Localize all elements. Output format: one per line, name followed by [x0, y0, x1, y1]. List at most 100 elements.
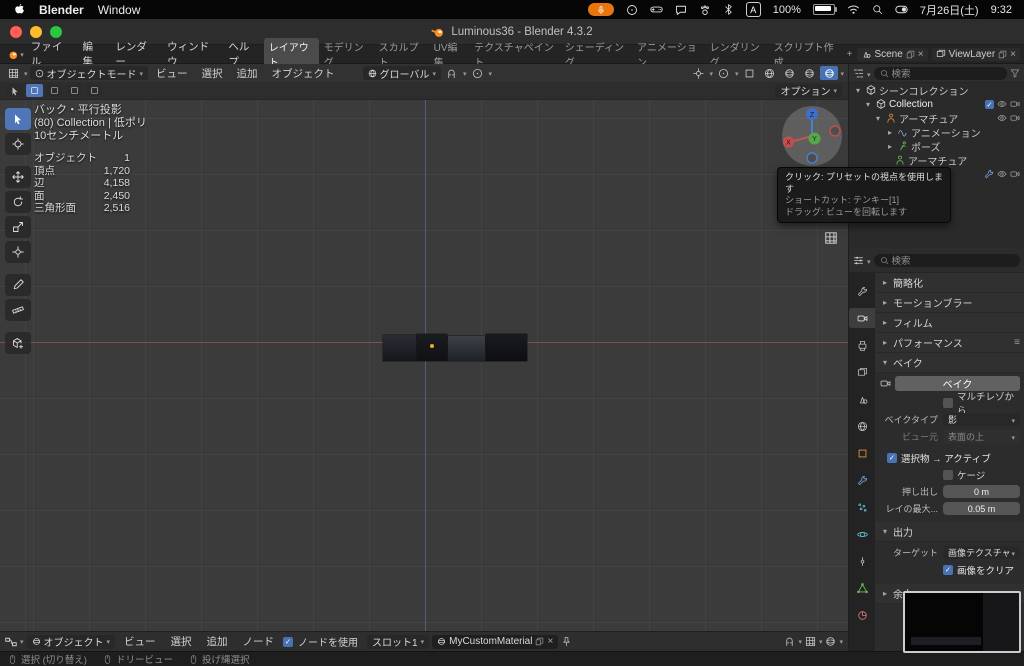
tool-select-box[interactable] — [5, 108, 31, 130]
gizmo-z-axis[interactable]: Z — [810, 110, 815, 119]
bake-from-multires-checkbox[interactable] — [943, 397, 953, 408]
shader-menu-view[interactable]: ビュー — [118, 634, 162, 649]
tool-scale[interactable] — [5, 216, 31, 238]
properties-tab-data[interactable] — [849, 578, 875, 598]
properties-tab-viewlayer[interactable] — [849, 362, 875, 382]
stats-menu-icon[interactable] — [626, 4, 638, 16]
proportional-dropdown-icon[interactable] — [488, 68, 492, 79]
options-dropdown[interactable]: オプション — [775, 83, 842, 98]
shading-solid-icon[interactable] — [780, 66, 798, 80]
eye-icon[interactable] — [997, 99, 1007, 109]
panel-performance[interactable]: パフォーマンス — [875, 333, 1024, 353]
viewport-menu-select[interactable]: 選択 — [196, 66, 229, 81]
apple-menu[interactable] — [12, 3, 25, 16]
filter-funnel-icon[interactable] — [1010, 68, 1020, 78]
navigation-gizmo[interactable]: Z X Y — [780, 104, 844, 168]
performance-presets-icon[interactable] — [1014, 337, 1020, 348]
tool-transform[interactable] — [5, 241, 31, 263]
xray-toggle-icon[interactable] — [740, 66, 758, 80]
bluetooth-icon[interactable] — [723, 4, 734, 15]
eye-icon[interactable] — [997, 169, 1007, 179]
viewport-menu-add[interactable]: 追加 — [231, 66, 264, 81]
extrusion-field[interactable]: 0 m — [943, 485, 1020, 498]
chat-icon[interactable] — [675, 4, 687, 16]
outliner-row-collection[interactable]: Collection — [849, 97, 1024, 111]
proportional-edit-icon[interactable] — [468, 66, 486, 80]
select-mode-new-button[interactable] — [26, 84, 43, 97]
show-gizmo-icon[interactable] — [689, 66, 707, 80]
max-ray-distance-field[interactable]: 0.05 m — [943, 502, 1020, 515]
viewport-canvas[interactable]: バック・平行投影 (80) Collection | 低ポリ 10センチメートル… — [0, 100, 848, 631]
perspective-grid-icon[interactable] — [824, 231, 838, 245]
copy-material-icon[interactable] — [535, 637, 544, 646]
overlays-icon[interactable] — [715, 66, 733, 80]
tool-measure[interactable] — [5, 299, 31, 321]
gizmo-x-axis[interactable]: X — [786, 140, 791, 147]
snapping-dropdown-icon[interactable] — [798, 636, 802, 647]
bake-type-dropdown[interactable]: 影 — [943, 413, 1020, 426]
preview-dropdown-icon[interactable] — [839, 636, 843, 647]
camera-icon[interactable] — [1010, 99, 1020, 109]
properties-tab-material[interactable] — [849, 605, 875, 625]
unlink-material-icon[interactable] — [547, 636, 553, 647]
panel-motion-blur[interactable]: モーションブラー — [875, 293, 1024, 313]
outliner-row-armature-data[interactable]: アーマチュア — [849, 153, 1024, 168]
select-mode-subtract-button[interactable] — [66, 84, 83, 97]
gizmo-minus-x[interactable] — [829, 125, 841, 137]
outliner-row-armature[interactable]: アーマチュア — [849, 111, 1024, 126]
floating-preview-window[interactable] — [903, 591, 1021, 653]
outliner-row-scene-collection[interactable]: シーンコレクション — [849, 83, 1024, 98]
snap-dropdown-icon[interactable] — [463, 68, 467, 79]
shader-menu-add[interactable]: 追加 — [201, 634, 234, 649]
snap-magnet-icon[interactable] — [443, 66, 461, 80]
lowpoly-object[interactable] — [383, 334, 527, 361]
shader-menu-select[interactable]: 選択 — [165, 634, 198, 649]
properties-tab-output[interactable] — [849, 335, 875, 355]
shader-type-dropdown[interactable]: オブジェクト — [26, 634, 116, 649]
shading-dropdown-icon[interactable] — [840, 68, 844, 79]
properties-tab-particles[interactable] — [849, 497, 875, 517]
menu-window[interactable]: Window — [98, 3, 141, 17]
overlay-dropdown-icon[interactable] — [819, 636, 823, 647]
properties-editor-icon[interactable] — [853, 255, 864, 266]
properties-tab-object[interactable] — [849, 443, 875, 463]
menubar-date[interactable]: 7月26日(土) — [920, 2, 979, 18]
screen-recording-indicator[interactable] — [587, 3, 614, 16]
camera-icon[interactable] — [1010, 169, 1020, 179]
input-source-icon[interactable]: A — [745, 2, 761, 17]
properties-tab-physics[interactable] — [849, 524, 875, 544]
game-controller-icon[interactable] — [650, 3, 663, 16]
transform-orientation-dropdown[interactable]: グローバル — [362, 66, 441, 81]
selected-to-active-checkbox[interactable] — [887, 452, 897, 463]
properties-tab-world[interactable] — [849, 416, 875, 436]
shader-menu-node[interactable]: ノード — [237, 634, 281, 649]
properties-tab-modifiers[interactable] — [849, 470, 875, 490]
properties-tab-tool[interactable] — [849, 281, 875, 301]
select-mode-intersect-button[interactable] — [86, 84, 103, 97]
add-workspace-button[interactable]: + — [842, 48, 858, 61]
panel-film[interactable]: フィルム — [875, 313, 1024, 333]
outliner-search-input[interactable]: 検索 — [873, 66, 1007, 80]
collection-checkbox[interactable] — [985, 99, 994, 109]
bake-target-dropdown[interactable]: 画像テクスチャ — [943, 546, 1020, 559]
cage-checkbox[interactable] — [943, 469, 953, 480]
outliner-editor-icon[interactable] — [853, 68, 864, 79]
shading-rendered-icon[interactable] — [820, 66, 839, 80]
modifier-wrench-icon[interactable] — [984, 169, 994, 179]
viewlayer-selector[interactable]: ViewLayer — [931, 47, 1020, 61]
overlays-dropdown-icon[interactable] — [735, 68, 739, 79]
eye-icon[interactable] — [997, 113, 1007, 123]
outliner-row-pose[interactable]: ポーズ — [849, 139, 1024, 154]
properties-tab-render[interactable] — [849, 308, 875, 328]
material-slot-dropdown[interactable]: スロット1 — [367, 634, 430, 649]
spotlight-search-icon[interactable] — [872, 4, 883, 15]
editor-type-icon[interactable] — [4, 66, 22, 80]
gizmo-dropdown-icon[interactable] — [709, 68, 713, 79]
panel-bake[interactable]: ベイク — [875, 353, 1024, 373]
panel-output[interactable]: 出力 — [875, 522, 1024, 542]
viewport-menu-view[interactable]: ビュー — [150, 66, 194, 81]
wifi-icon[interactable] — [847, 3, 860, 16]
paw-icon[interactable] — [699, 4, 711, 16]
menubar-time[interactable]: 9:32 — [991, 4, 1012, 16]
properties-tab-scene[interactable] — [849, 389, 875, 409]
